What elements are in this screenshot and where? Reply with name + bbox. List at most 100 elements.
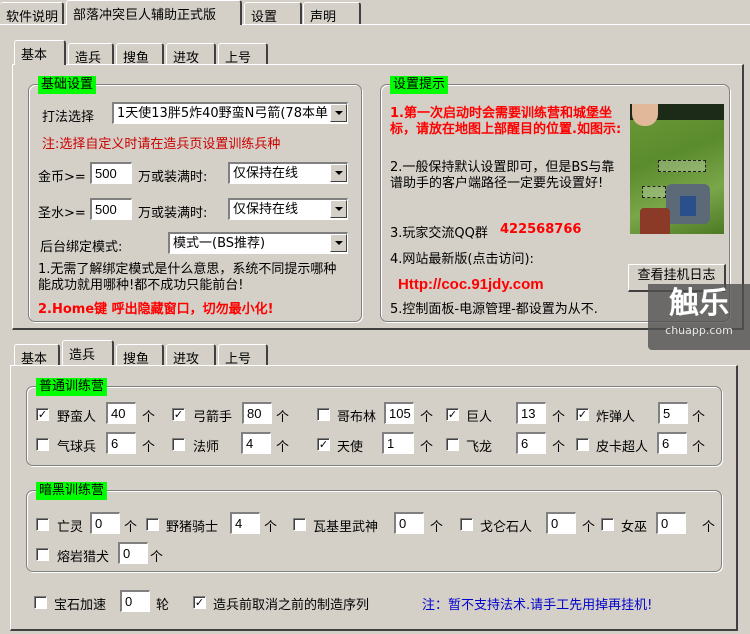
tab-main-version[interactable]: 部落冲突巨人辅助正式版 [66,0,242,25]
troop-unit: 个 [702,520,716,535]
subtab-troops-2[interactable]: 造兵 [62,340,114,365]
troop-name: 飞龙 [466,440,493,455]
troop-name: 哥布林 [337,410,377,425]
troop-checkbox[interactable] [172,438,185,451]
hint-3-label: 3.玩家交流QQ群 [390,226,488,241]
normal-barracks-title: 普通训练营 [36,378,108,396]
chevron-down-icon[interactable] [330,164,347,182]
spell-note: 注：暂不支持法术.请手工先用掉再挂机! [422,598,653,613]
gold-action-value: 仅保持在线 [233,166,299,181]
subtab-troops[interactable]: 造兵 [68,43,114,66]
troop-checkbox[interactable]: ✓ [172,408,185,421]
tab-settings[interactable]: 设置 [244,2,302,25]
troop-count-input[interactable]: 40 [106,402,136,424]
gem-boost-input[interactable]: 0 [120,590,150,612]
troop-count-input[interactable]: 105 [384,402,414,424]
dark-barracks-title: 暗黑训练营 [36,482,108,500]
troop-checkbox[interactable] [601,518,614,531]
troop-unit: 个 [420,440,434,455]
troop-count-input[interactable]: 4 [241,432,271,454]
chevron-down-icon[interactable] [330,200,347,218]
basic-settings-title: 基础设置 [38,76,97,94]
troop-count-input[interactable]: 80 [242,402,272,424]
troop-name: 巨人 [466,410,493,425]
tab-label: 部落冲突巨人辅助正式版 [73,8,217,23]
troop-name: 弓箭手 [193,410,233,425]
troop-name: 天使 [337,440,364,455]
troop-checkbox[interactable]: ✓ [576,408,589,421]
subtab-attack[interactable]: 进攻 [166,43,216,66]
bind-mode-select[interactable]: 模式一(BS推荐) [168,232,348,254]
troop-count-input[interactable]: 6 [106,432,136,454]
chevron-down-icon[interactable] [330,234,347,252]
preview-face [632,104,658,126]
troop-count-input[interactable]: 6 [516,432,546,454]
troop-checkbox[interactable] [317,408,330,421]
troop-checkbox[interactable]: ✓ [317,438,330,451]
troop-count-input[interactable]: 1 [382,432,414,454]
elixir-input[interactable]: 500 [90,198,132,220]
game-preview-image [630,104,724,234]
watermark: 触乐 chuapp.com [648,284,750,350]
troop-count-input[interactable]: 13 [516,402,546,424]
troop-checkbox[interactable] [146,518,159,531]
bind-mode-value: 模式一(BS推荐) [173,236,266,251]
strategy-select[interactable]: 1天使13胖5炸40野蛮N弓箭(78本单 [112,102,348,124]
preview-label-box [658,160,706,172]
troop-checkbox[interactable] [460,518,473,531]
gem-boost-label: 宝石加速 [54,598,107,613]
troop-checkbox[interactable] [36,548,49,561]
troop-unit: 个 [264,520,278,535]
tab-software-info[interactable]: 软件说明 [0,2,64,25]
subtab-search[interactable]: 搜鱼 [116,43,164,66]
hint-5: 5.控制面板-电源管理-都设置为从不. [390,302,598,317]
troop-count-input[interactable]: 0 [546,512,576,534]
troop-count-input[interactable]: 6 [657,432,687,454]
troop-checkbox[interactable] [36,438,49,451]
troop-checkbox[interactable] [293,518,306,531]
troop-count-input[interactable]: 5 [658,402,688,424]
home-key-tip: 2.Home键 呼出隐藏窗口，切勿最小化! [38,302,274,317]
troop-checkbox[interactable] [36,518,49,531]
troop-unit: 个 [142,440,156,455]
strategy-value: 1天使13胖5炸40野蛮N弓箭(78本单 [117,106,328,121]
elixir-action-select[interactable]: 仅保持在线 [228,198,348,220]
subtab-basic[interactable]: 基本 [14,40,66,65]
troop-checkbox[interactable] [576,438,589,451]
troop-count-input[interactable]: 0 [90,512,120,534]
troop-name: 皮卡超人 [596,440,649,455]
subtab-attack-2[interactable]: 进攻 [166,344,216,367]
troop-checkbox[interactable]: ✓ [446,408,459,421]
elixir-suffix: 万或装满时: [138,206,208,221]
subtab-search-2[interactable]: 搜鱼 [116,344,164,367]
qq-group-number: 422568766 [500,222,582,237]
subtab-login-2[interactable]: 上号 [218,344,268,367]
tab-statement[interactable]: 声明 [303,2,361,25]
subtab-login[interactable]: 上号 [218,43,268,66]
website-link[interactable]: Http://coc.91jdy.com [398,276,544,293]
tab-label: 设置 [251,10,278,25]
watermark-site: chuapp.com [665,324,733,337]
preview-label-box [642,186,666,198]
troop-count-input[interactable]: 0 [118,542,148,564]
gem-boost-checkbox[interactable] [34,596,47,609]
troop-checkbox[interactable]: ✓ [36,408,49,421]
gem-boost-unit: 轮 [156,598,170,613]
troop-name: 法师 [193,440,220,455]
gold-action-select[interactable]: 仅保持在线 [228,162,348,184]
subtab-basic-2[interactable]: 基本 [14,344,60,367]
tab-label: 基本 [21,48,48,63]
troop-checkbox[interactable] [446,438,459,451]
preview-banner [680,196,696,216]
troop-unit: 个 [124,520,138,535]
troop-count-input[interactable]: 0 [656,512,686,534]
gold-input[interactable]: 500 [90,162,132,184]
chevron-down-icon[interactable] [330,104,347,122]
cancel-queue-checkbox[interactable]: ✓ [193,596,206,609]
troop-count-input[interactable]: 0 [394,512,424,534]
troop-name: 野蛮人 [57,410,97,425]
troop-name: 戈仑石人 [480,520,533,535]
hint-2: 2.一般保持默认设置即可，但是BS与靠谱助手的客户端路径一定要先设置好! [390,160,615,191]
hint-4: 4.网站最新版(点击访问): [390,252,534,267]
troop-count-input[interactable]: 4 [230,512,260,534]
